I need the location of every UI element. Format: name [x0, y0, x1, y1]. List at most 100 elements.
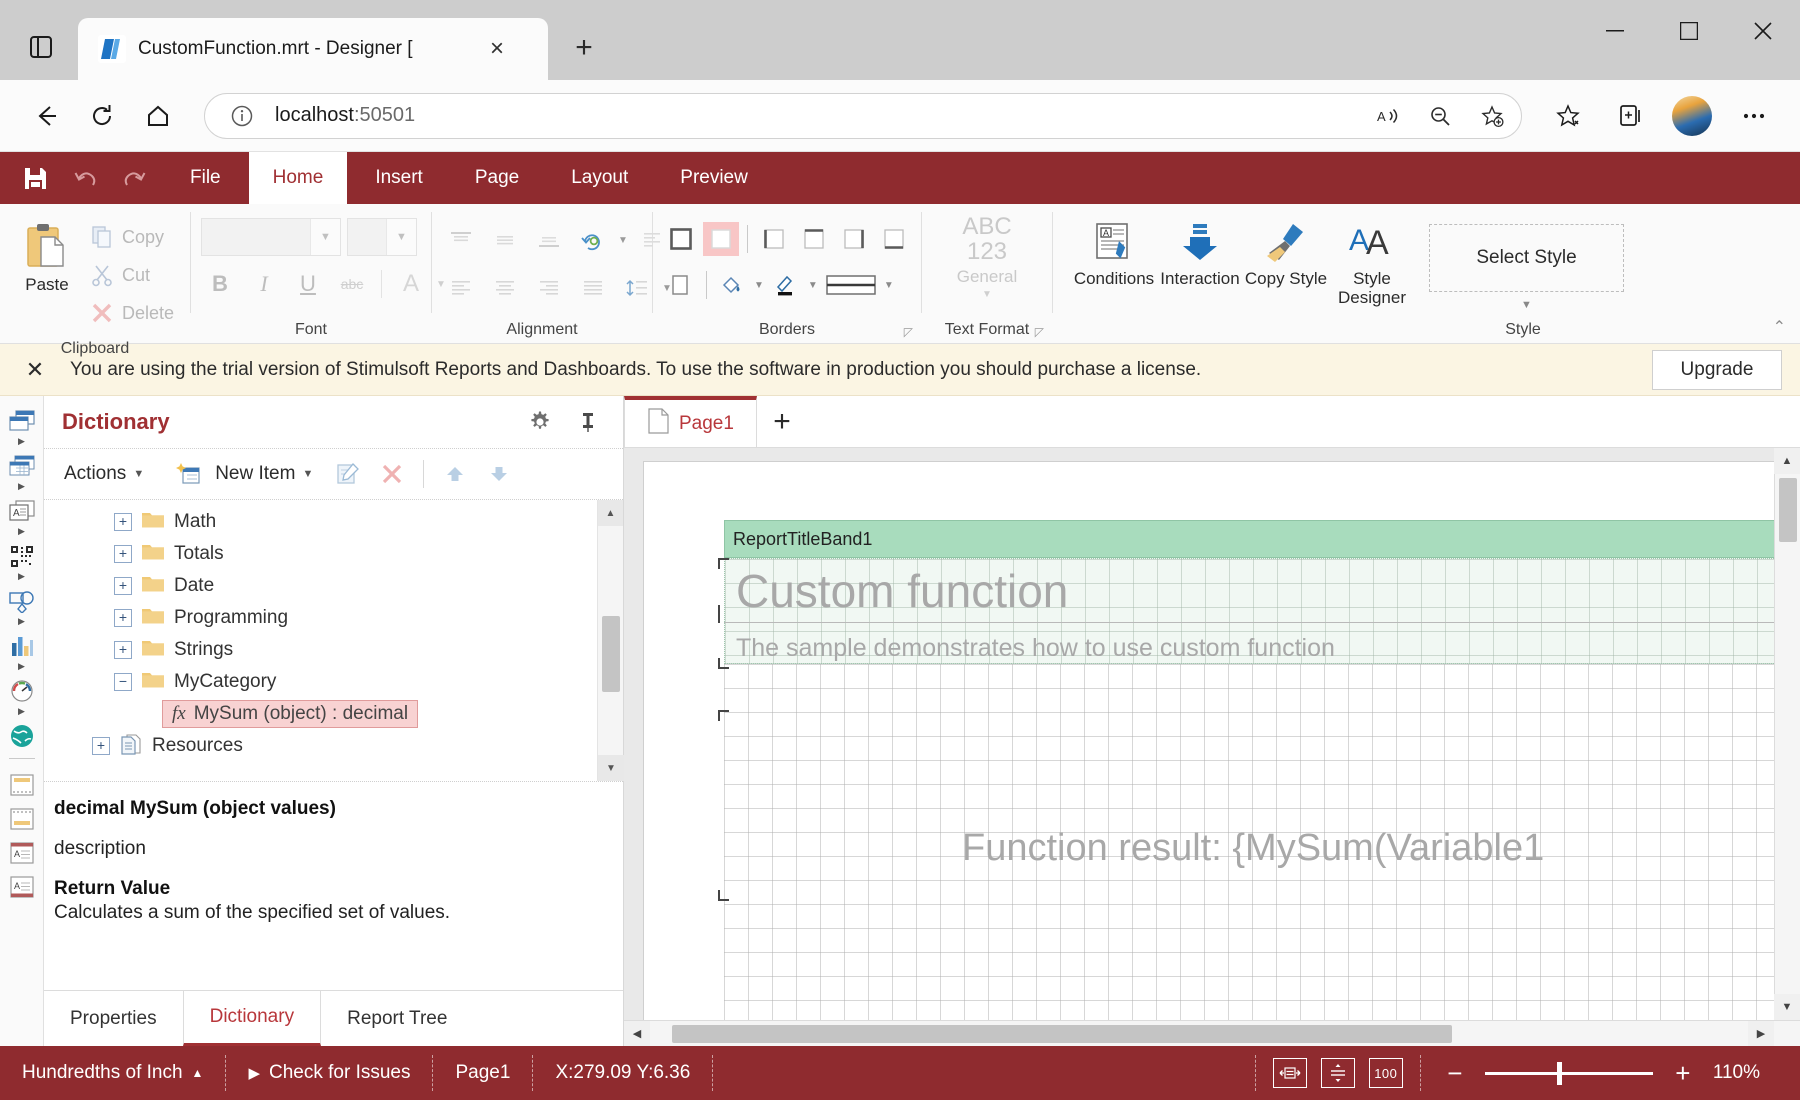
font-family-select[interactable]: ▼: [201, 218, 341, 256]
chevron-down-icon[interactable]: ▼: [1521, 299, 1532, 311]
zoom-in-button[interactable]: +: [1669, 1060, 1697, 1086]
edit-icon[interactable]: [329, 455, 367, 493]
settings-more-icon[interactable]: [1726, 88, 1782, 144]
report-canvas[interactable]: ReportTitleBand1 Custom function The sam…: [624, 448, 1800, 1020]
chevron-down-icon[interactable]: ▼: [133, 468, 144, 480]
interaction-button[interactable]: Interaction: [1157, 214, 1243, 289]
align-top-icon[interactable]: [442, 222, 480, 258]
chevron-down-icon[interactable]: ▼: [386, 219, 416, 255]
cut-button[interactable]: Cut: [84, 256, 180, 294]
scroll-up-icon[interactable]: ▲: [1774, 448, 1800, 474]
chevron-down-icon[interactable]: ▼: [884, 280, 894, 291]
tree-node-mysum-function[interactable]: fx MySum (object) : decimal: [44, 698, 597, 730]
tab-properties[interactable]: Properties: [44, 991, 183, 1046]
status-units-selector[interactable]: Hundredths of Inch ▲: [0, 1055, 227, 1091]
conditions-button[interactable]: A Conditions: [1071, 214, 1157, 289]
scroll-right-icon[interactable]: ▶: [1748, 1020, 1774, 1047]
chevron-down-icon[interactable]: ▼: [982, 289, 992, 300]
tree-node-strings[interactable]: + Strings: [44, 634, 597, 666]
toolstrip-item-report-summary-band[interactable]: A: [5, 868, 39, 902]
chevron-right-icon[interactable]: ▶: [18, 572, 25, 581]
save-icon[interactable]: [14, 157, 56, 199]
border-bottom-icon[interactable]: [876, 222, 912, 256]
border-right-icon[interactable]: [836, 222, 872, 256]
move-up-icon[interactable]: [436, 455, 474, 493]
tab-report-tree[interactable]: Report Tree: [321, 991, 473, 1046]
zoom-slider-thumb[interactable]: [1556, 1061, 1562, 1085]
text-format-button[interactable]: ABC 123 General ▼: [932, 214, 1042, 301]
pin-icon[interactable]: [571, 405, 605, 439]
scroll-left-icon[interactable]: ◀: [624, 1020, 650, 1047]
tree-node-resources[interactable]: + Resources: [44, 730, 597, 762]
scrollbar-thumb[interactable]: [1779, 478, 1797, 542]
font-size-select[interactable]: ▼: [347, 218, 417, 256]
strikethrough-button[interactable]: abc: [333, 266, 371, 302]
close-icon[interactable]: ×: [480, 32, 514, 66]
zoom-slider[interactable]: [1484, 1061, 1653, 1085]
border-none-icon[interactable]: [703, 222, 739, 256]
toolstrip-item-shapes[interactable]: ▶: [5, 582, 39, 627]
ribbon-tab-page[interactable]: Page: [451, 152, 543, 204]
redo-icon[interactable]: [114, 157, 156, 199]
scroll-up-icon[interactable]: ▲: [598, 500, 623, 526]
avatar[interactable]: [1664, 88, 1720, 144]
font-color-button[interactable]: A: [392, 266, 430, 302]
add-favorite-icon[interactable]: [1473, 97, 1511, 135]
home-icon[interactable]: [130, 88, 186, 144]
delete-button[interactable]: Delete: [84, 294, 180, 332]
paste-button[interactable]: Paste: [10, 214, 84, 295]
toolstrip-item-barcode[interactable]: ▶: [5, 537, 39, 582]
toolstrip-item-map[interactable]: [5, 717, 39, 751]
back-icon[interactable]: [18, 88, 74, 144]
expander-icon[interactable]: +: [114, 545, 132, 563]
browser-tab[interactable]: CustomFunction.mrt - Designer [ ×: [78, 18, 548, 80]
chevron-right-icon[interactable]: ▶: [18, 437, 25, 446]
window-maximize-button[interactable]: [1652, 0, 1726, 62]
chevron-right-icon[interactable]: ▶: [18, 482, 25, 491]
expander-icon[interactable]: +: [114, 641, 132, 659]
ribbon-tab-preview[interactable]: Preview: [656, 152, 772, 204]
expander-icon[interactable]: −: [114, 673, 132, 691]
toolstrip-item-crosstab[interactable]: ▶: [5, 447, 39, 492]
report-result-text[interactable]: Function result: {MySum(Variable1: [962, 827, 1544, 870]
page-tab-page1[interactable]: Page1: [624, 396, 757, 447]
tree-node-totals[interactable]: + Totals: [44, 538, 597, 570]
expander-icon[interactable]: +: [114, 577, 132, 595]
copy-button[interactable]: Copy: [84, 218, 180, 256]
align-right-icon[interactable]: [530, 270, 568, 306]
fit-width-icon[interactable]: [1272, 1058, 1307, 1088]
ribbon-tab-insert[interactable]: Insert: [351, 152, 447, 204]
page-sheet[interactable]: ReportTitleBand1 Custom function The sam…: [644, 462, 1800, 1020]
hscroll-track[interactable]: [650, 1024, 1748, 1043]
address-bar-text[interactable]: localhost:50501: [275, 104, 1355, 127]
chevron-down-icon[interactable]: ▼: [310, 219, 340, 255]
text-rotation-icon[interactable]: [574, 222, 612, 258]
border-all-icon[interactable]: [663, 222, 699, 256]
window-close-button[interactable]: [1726, 0, 1800, 62]
chevron-down-icon[interactable]: ▼: [618, 235, 628, 246]
report-title-text[interactable]: Custom function: [736, 564, 1068, 618]
report-subtitle-text[interactable]: The sample demonstrates how to use custo…: [736, 634, 1335, 663]
border-shadow-icon[interactable]: [663, 268, 699, 302]
tree-node-date[interactable]: + Date: [44, 570, 597, 602]
tree-node-mycategory[interactable]: − MyCategory: [44, 666, 597, 698]
expander-icon[interactable]: +: [114, 609, 132, 627]
fill-color-icon[interactable]: [714, 268, 750, 302]
border-top-icon[interactable]: [796, 222, 832, 256]
zoom-100-icon[interactable]: 100: [1368, 1058, 1403, 1088]
favorites-icon[interactable]: [1540, 88, 1596, 144]
toolstrip-item-footer-band[interactable]: [5, 800, 39, 834]
undo-icon[interactable]: [64, 157, 106, 199]
border-style-icon[interactable]: [822, 268, 880, 302]
gear-icon[interactable]: [523, 405, 557, 439]
select-style-button[interactable]: Select Style ▼: [1429, 224, 1624, 311]
toolstrip-item-header-band[interactable]: [5, 766, 39, 800]
actions-button[interactable]: Actions ▼: [54, 454, 154, 494]
underline-button[interactable]: U: [289, 266, 327, 302]
zoom-out-icon[interactable]: [1421, 97, 1459, 135]
border-color-icon[interactable]: [768, 268, 804, 302]
tab-dictionary[interactable]: Dictionary: [182, 991, 322, 1046]
collections-icon[interactable]: [1602, 88, 1658, 144]
zoom-out-button[interactable]: −: [1441, 1060, 1469, 1086]
address-bar[interactable]: localhost:50501 A: [204, 92, 1522, 139]
